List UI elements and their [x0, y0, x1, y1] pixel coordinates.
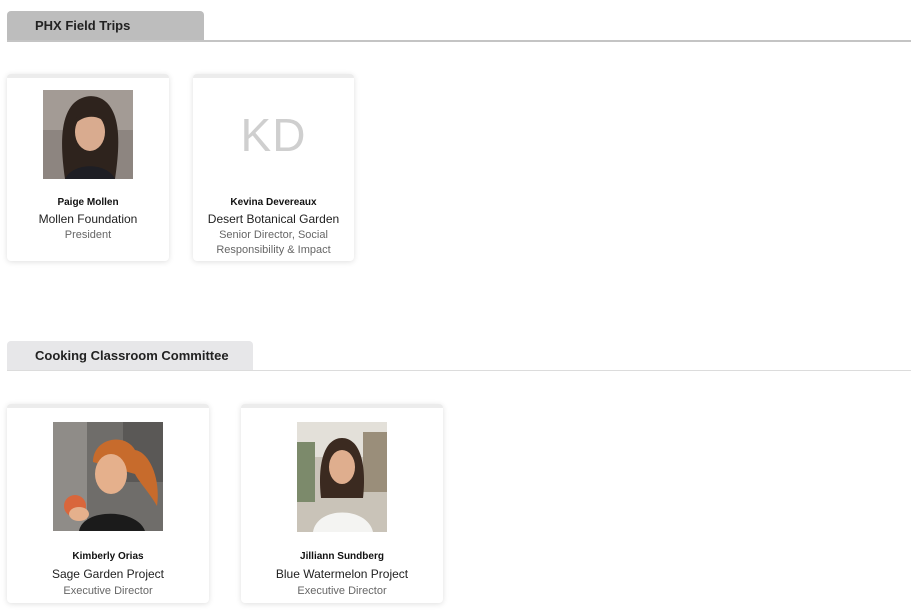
organization-name: Desert Botanical Garden	[207, 212, 340, 226]
organization-name: Sage Garden Project	[51, 567, 165, 581]
portrait-photo	[43, 90, 133, 179]
person-role: President	[64, 229, 112, 241]
avatar-initials: KD	[240, 109, 307, 161]
person-card-paige-mollen[interactable]: Paige Mollen Mollen Foundation President	[7, 74, 169, 261]
portrait-photo	[297, 422, 387, 532]
person-card-kimberly-orias[interactable]: Kimberly Orias Sage Garden Project Execu…	[7, 404, 209, 603]
section-phx-field-trips: PHX Field Trips	[7, 11, 911, 42]
person-role: Executive Director	[63, 585, 153, 597]
section-divider	[7, 40, 911, 42]
section-tab-title[interactable]: Cooking Classroom Committee	[7, 341, 253, 370]
person-name: Kimberly Orias	[72, 551, 144, 562]
section-divider	[7, 370, 911, 371]
person-name: Kevina Devereaux	[230, 197, 317, 208]
section-cooking-classroom-committee: Cooking Classroom Committee	[7, 341, 911, 371]
organization-name: Blue Watermelon Project	[275, 567, 409, 581]
person-name: Paige Mollen	[57, 197, 119, 208]
section-tab-title[interactable]: PHX Field Trips	[7, 11, 204, 40]
person-name: Jilliann Sundberg	[300, 551, 384, 562]
portrait-photo	[53, 422, 163, 531]
organization-name: Mollen Foundation	[38, 212, 138, 226]
person-role: Senior Director, Social Responsibility &…	[216, 229, 331, 256]
person-role: Executive Director	[297, 585, 387, 597]
person-card-kevina-devereaux[interactable]: KD Kevina Devereaux Desert Botanical Gar…	[193, 74, 354, 261]
person-card-jilliann-sundberg[interactable]: Jilliann Sundberg Blue Watermelon Projec…	[241, 404, 443, 603]
